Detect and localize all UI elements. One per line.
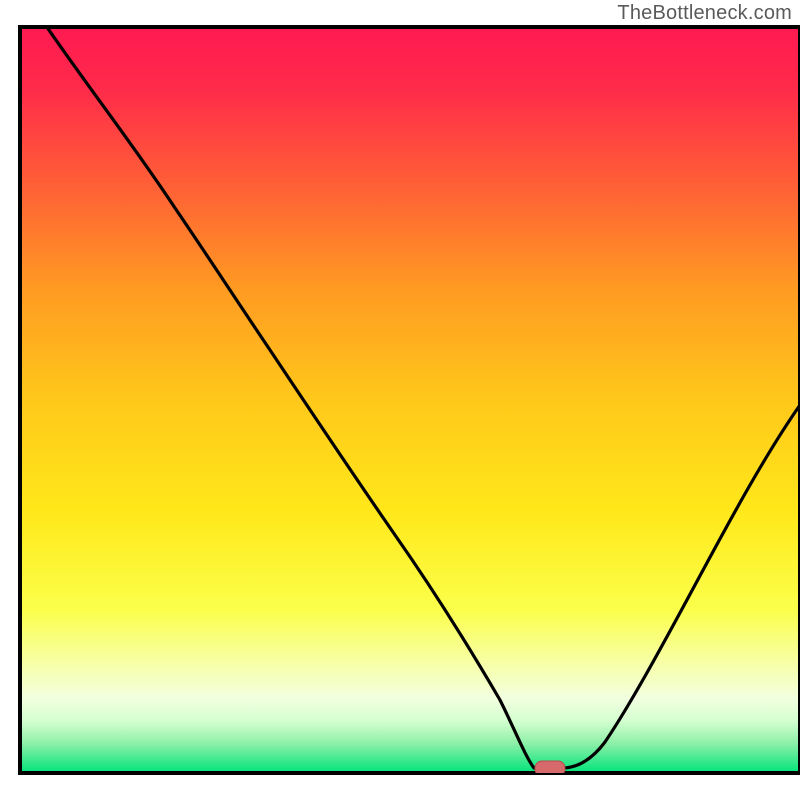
watermark-text: TheBottleneck.com: [617, 2, 792, 25]
chart-svg: [0, 0, 800, 800]
chart-container: TheBottleneck.com: [0, 0, 800, 800]
plot-frame: [20, 27, 800, 773]
gradient-background: [20, 27, 800, 773]
